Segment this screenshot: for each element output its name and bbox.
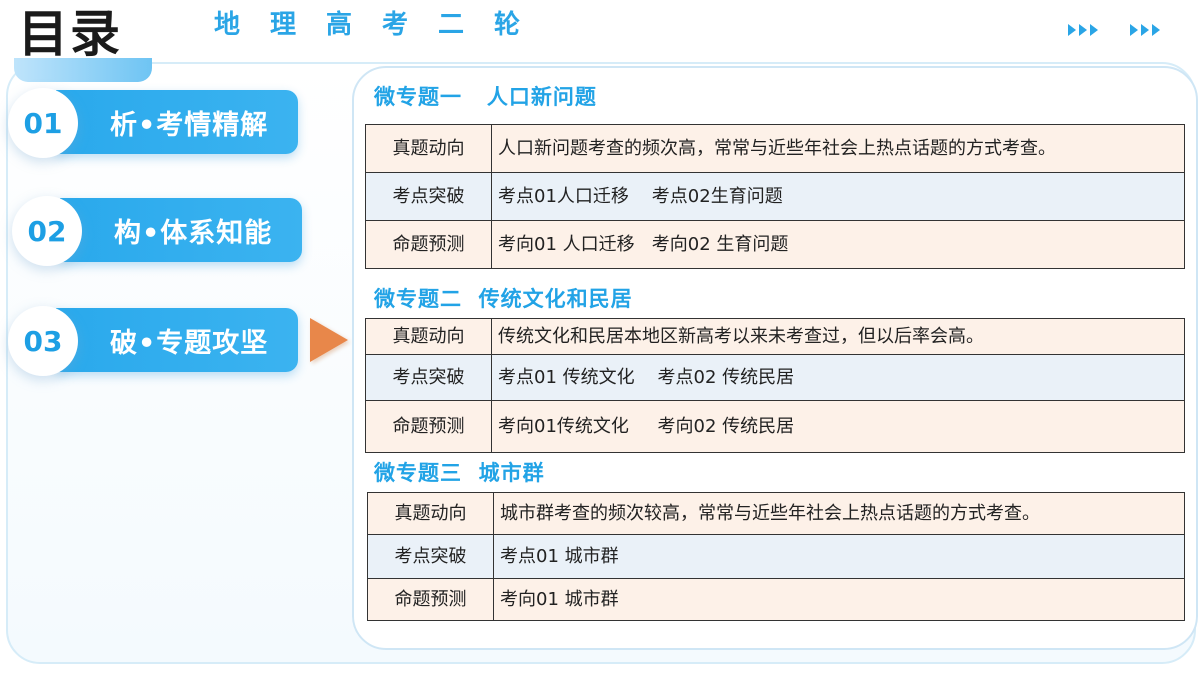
menu-item-number: 02 xyxy=(12,196,82,266)
table-row: 考点突破 考点01 传统文化 考点02 传统民居 xyxy=(365,354,1185,401)
row-value: 考点01人口迁移 考点02生育问题 xyxy=(491,172,1185,221)
active-pointer-arrow-icon xyxy=(310,318,348,362)
row-key: 命题预测 xyxy=(365,400,492,453)
row-key: 命题预测 xyxy=(365,220,492,269)
menu-item-label: 构•体系知能 xyxy=(60,198,302,262)
page-title: 目录 xyxy=(18,5,122,63)
menu-item-number: 01 xyxy=(8,88,78,158)
row-value: 城市群考查的频次较高，常常与近些年社会上热点话题的方式考查。 xyxy=(493,492,1185,535)
page-subtitle: 地理高考二轮 xyxy=(214,10,551,40)
row-value: 考向01 城市群 xyxy=(493,578,1185,621)
section-title: 微专题一 人口新问题 xyxy=(374,85,597,109)
menu-item-label: 析•考情精解 xyxy=(56,90,298,154)
row-key: 真题动向 xyxy=(367,492,494,535)
topic-table: 真题动向 城市群考查的频次较高，常常与近些年社会上热点话题的方式考查。 考点突破… xyxy=(367,492,1185,621)
triple-arrow-icon xyxy=(1130,24,1160,36)
row-key: 考点突破 xyxy=(367,534,494,579)
row-value: 考点01 传统文化 考点02 传统民居 xyxy=(491,354,1185,401)
table-row: 考点突破 考点01人口迁移 考点02生育问题 xyxy=(365,172,1185,221)
row-key: 真题动向 xyxy=(365,124,492,173)
table-row: 真题动向 人口新问题考查的频次高，常常与近些年社会上热点话题的方式考查。 xyxy=(365,124,1185,173)
row-key: 考点突破 xyxy=(365,354,492,401)
table-row: 命题预测 考向01 人口迁移 考向02 生育问题 xyxy=(365,220,1185,269)
table-row: 真题动向 城市群考查的频次较高，常常与近些年社会上热点话题的方式考查。 xyxy=(367,492,1185,535)
row-key: 命题预测 xyxy=(367,578,494,621)
menu-item-label: 破•专题攻坚 xyxy=(56,308,298,372)
section-title: 微专题三 城市群 xyxy=(374,461,545,485)
row-value: 传统文化和民居本地区新高考以来未考查过，但以后率会高。 xyxy=(491,318,1185,355)
row-key: 真题动向 xyxy=(365,318,492,355)
table-row: 命题预测 考向01传统文化 考向02 传统民居 xyxy=(365,400,1185,453)
section-title: 微专题二 传统文化和民居 xyxy=(374,287,633,311)
triple-arrow-icon xyxy=(1068,24,1098,36)
row-value: 考向01 人口迁移 考向02 生育问题 xyxy=(491,220,1185,269)
row-value: 人口新问题考查的频次高，常常与近些年社会上热点话题的方式考查。 xyxy=(491,124,1185,173)
row-key: 考点突破 xyxy=(365,172,492,221)
table-row: 考点突破 考点01 城市群 xyxy=(367,534,1185,579)
accent-bar xyxy=(14,58,152,82)
row-value: 考向01传统文化 考向02 传统民居 xyxy=(491,400,1185,453)
menu-item-number: 03 xyxy=(8,306,78,376)
topic-table: 真题动向 人口新问题考查的频次高，常常与近些年社会上热点话题的方式考查。 考点突… xyxy=(365,124,1185,269)
table-row: 真题动向 传统文化和民居本地区新高考以来未考查过，但以后率会高。 xyxy=(365,318,1185,355)
topic-table: 真题动向 传统文化和民居本地区新高考以来未考查过，但以后率会高。 考点突破 考点… xyxy=(365,318,1185,453)
table-row: 命题预测 考向01 城市群 xyxy=(367,578,1185,621)
row-value: 考点01 城市群 xyxy=(493,534,1185,579)
